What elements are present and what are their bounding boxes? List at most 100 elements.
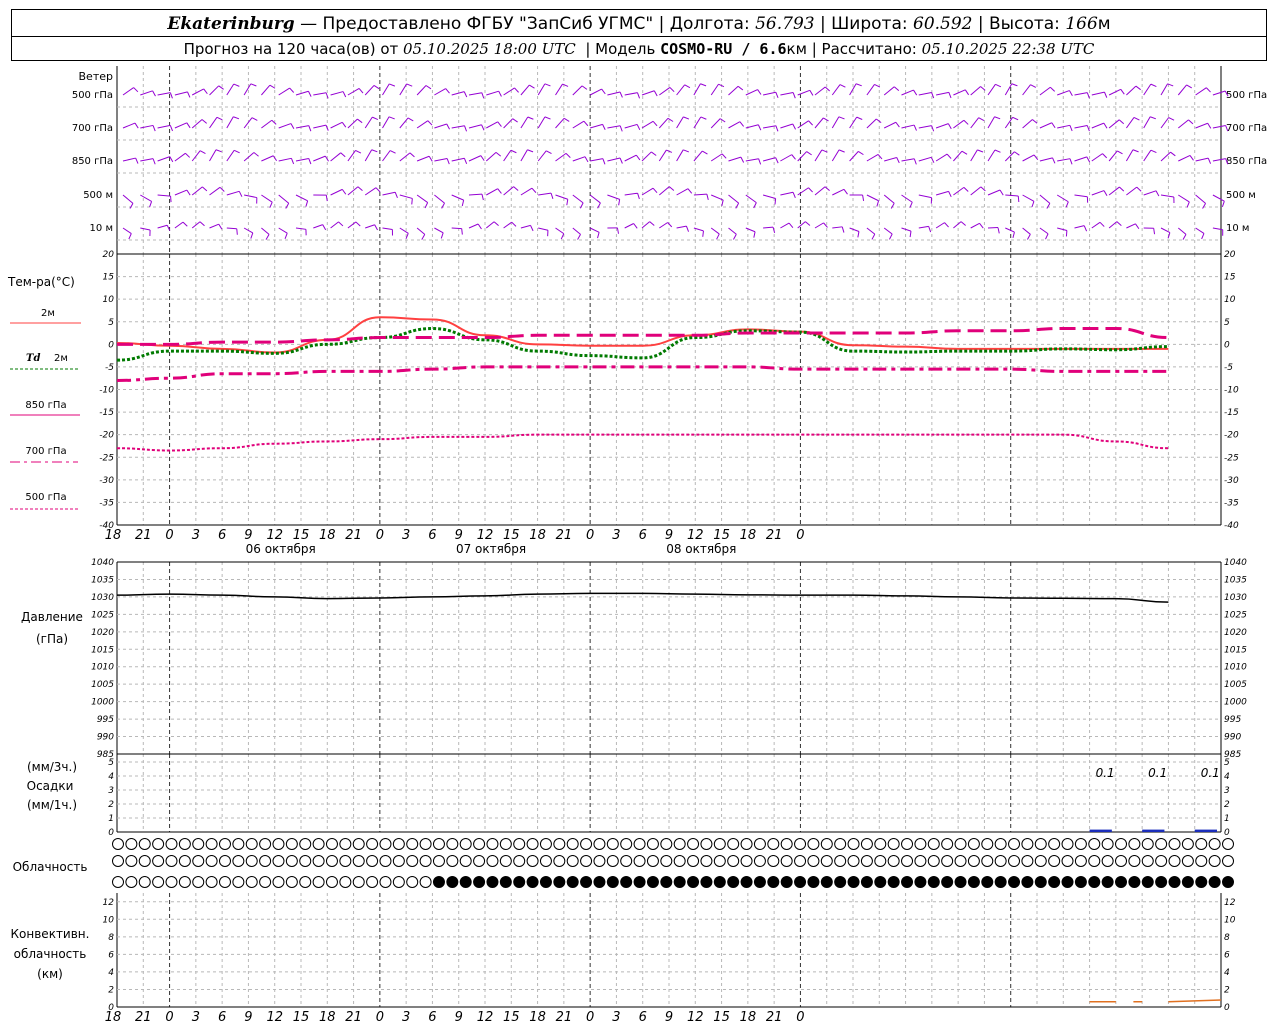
wind-barb [710, 83, 719, 96]
wind-barb-flag [858, 150, 864, 156]
wind-barb-flag [1051, 122, 1056, 129]
wind-barb [607, 91, 621, 96]
wind-barb-flag [1069, 125, 1073, 132]
cloud-symbol [152, 876, 165, 888]
wind-barb-flag [618, 199, 621, 206]
wind-barb [295, 90, 309, 96]
wind-barb-flag [1189, 155, 1194, 161]
cloud-symbol [847, 838, 860, 850]
cloud-symbol [1181, 838, 1194, 850]
wind-barb [745, 158, 759, 162]
wind-barb [485, 151, 497, 162]
wind-barb [1074, 194, 1088, 198]
cloud-symbol [245, 838, 258, 850]
cloud-symbol [954, 838, 967, 850]
wind-barb-flag [597, 232, 600, 239]
wind-barb [762, 194, 776, 199]
wind-barb [831, 84, 841, 96]
cloud-symbol [820, 855, 833, 867]
wind-barb [831, 116, 840, 129]
wind-barb-flag [637, 92, 641, 99]
cloud-symbol [473, 838, 486, 850]
wind-barb-flag [1135, 223, 1140, 230]
legend-500-label: 500 гПа [25, 492, 66, 503]
wind-barb [590, 158, 603, 162]
cloud-symbol [887, 876, 900, 888]
cloud-symbol [580, 876, 593, 888]
wind-barb [330, 91, 344, 96]
wind-barb-flag [563, 117, 570, 122]
precip-title: Осадки [27, 779, 74, 793]
wind-barb-flag [1104, 91, 1108, 98]
wind-barb [520, 224, 531, 229]
cloud-symbol [580, 855, 593, 867]
wind-barb [1143, 116, 1151, 129]
legend-700-label: 700 гПа [25, 446, 66, 457]
cloud-symbol [553, 838, 566, 850]
cloud-symbol [1021, 838, 1034, 850]
cloud-symbol [954, 855, 967, 867]
wind-barb-flag [464, 125, 468, 132]
wind-barb-flag [371, 149, 378, 153]
x-tick-label: 0 [796, 1010, 804, 1024]
wind-barb-flag [199, 221, 205, 227]
wind-barb [555, 117, 565, 129]
cloud-symbol [660, 855, 673, 867]
wind-barb-flag [463, 158, 468, 165]
wind-barb-flag [1186, 201, 1190, 208]
wind-barb-flag [201, 119, 207, 124]
wind-barb [555, 194, 568, 200]
wind-barb [1039, 122, 1052, 129]
wind-barb-flag [185, 152, 191, 158]
cloud-symbol [125, 855, 138, 867]
precip-bar [1142, 829, 1165, 832]
wind-barb-flag [652, 187, 658, 194]
cloud-symbol [285, 838, 298, 850]
wind-barb [364, 187, 377, 196]
cloud-symbol [446, 855, 459, 867]
cloud-symbol [834, 876, 847, 888]
temp-ytick-right: -15 [1224, 408, 1239, 418]
wind-barb [330, 121, 343, 129]
cloud-symbol [432, 855, 445, 867]
x-tick-label: 9 [455, 528, 463, 543]
wind-barb [174, 152, 186, 162]
pressure-ytick-right: 1025 [1224, 610, 1247, 620]
cloud-symbol [165, 855, 178, 867]
wind-barb [278, 157, 292, 162]
temp-ytick: -15 [99, 408, 114, 418]
x-tick-label: 21 [556, 528, 573, 543]
wind-barb-flag [341, 122, 347, 128]
wind-barb [1177, 227, 1187, 235]
wind-barb [122, 227, 132, 234]
cloud-symbol [753, 855, 766, 867]
x-tick-label: 21 [135, 528, 152, 543]
wind-barb-flag [700, 83, 707, 87]
conv-ytick-right: 6 [1224, 950, 1230, 960]
wind-barb-flag [477, 223, 482, 230]
wind-barb-flag [562, 83, 569, 87]
wind-barb-flag [1031, 201, 1035, 208]
cloud-symbol [740, 855, 753, 867]
x-date-label: 08 октября [666, 542, 736, 556]
cloud-symbol [272, 838, 285, 850]
wind-barb-flag [373, 85, 380, 90]
wind-barb-flag [719, 118, 726, 123]
wind-barb-flag [994, 116, 1001, 120]
cloud-symbol [753, 876, 766, 888]
precip-bar [1089, 829, 1112, 832]
cloud-symbol [339, 855, 352, 867]
wind-barb-flag [964, 89, 970, 96]
wind-barb-flag [152, 125, 156, 132]
cloud-symbol [259, 876, 272, 888]
wind-barb-flag [357, 186, 363, 192]
wind-barb-flag [134, 122, 139, 129]
wind-barb-flag [636, 124, 641, 131]
wind-level-label: 500 м [83, 190, 113, 201]
wind-barb-flag [218, 223, 223, 230]
cloud-symbols [112, 838, 1234, 888]
conv-ytick-right: 4 [1224, 968, 1230, 978]
cloud-symbol [1155, 876, 1168, 888]
wind-barb-flag [909, 231, 912, 238]
wind-barb-flag [1150, 83, 1157, 87]
